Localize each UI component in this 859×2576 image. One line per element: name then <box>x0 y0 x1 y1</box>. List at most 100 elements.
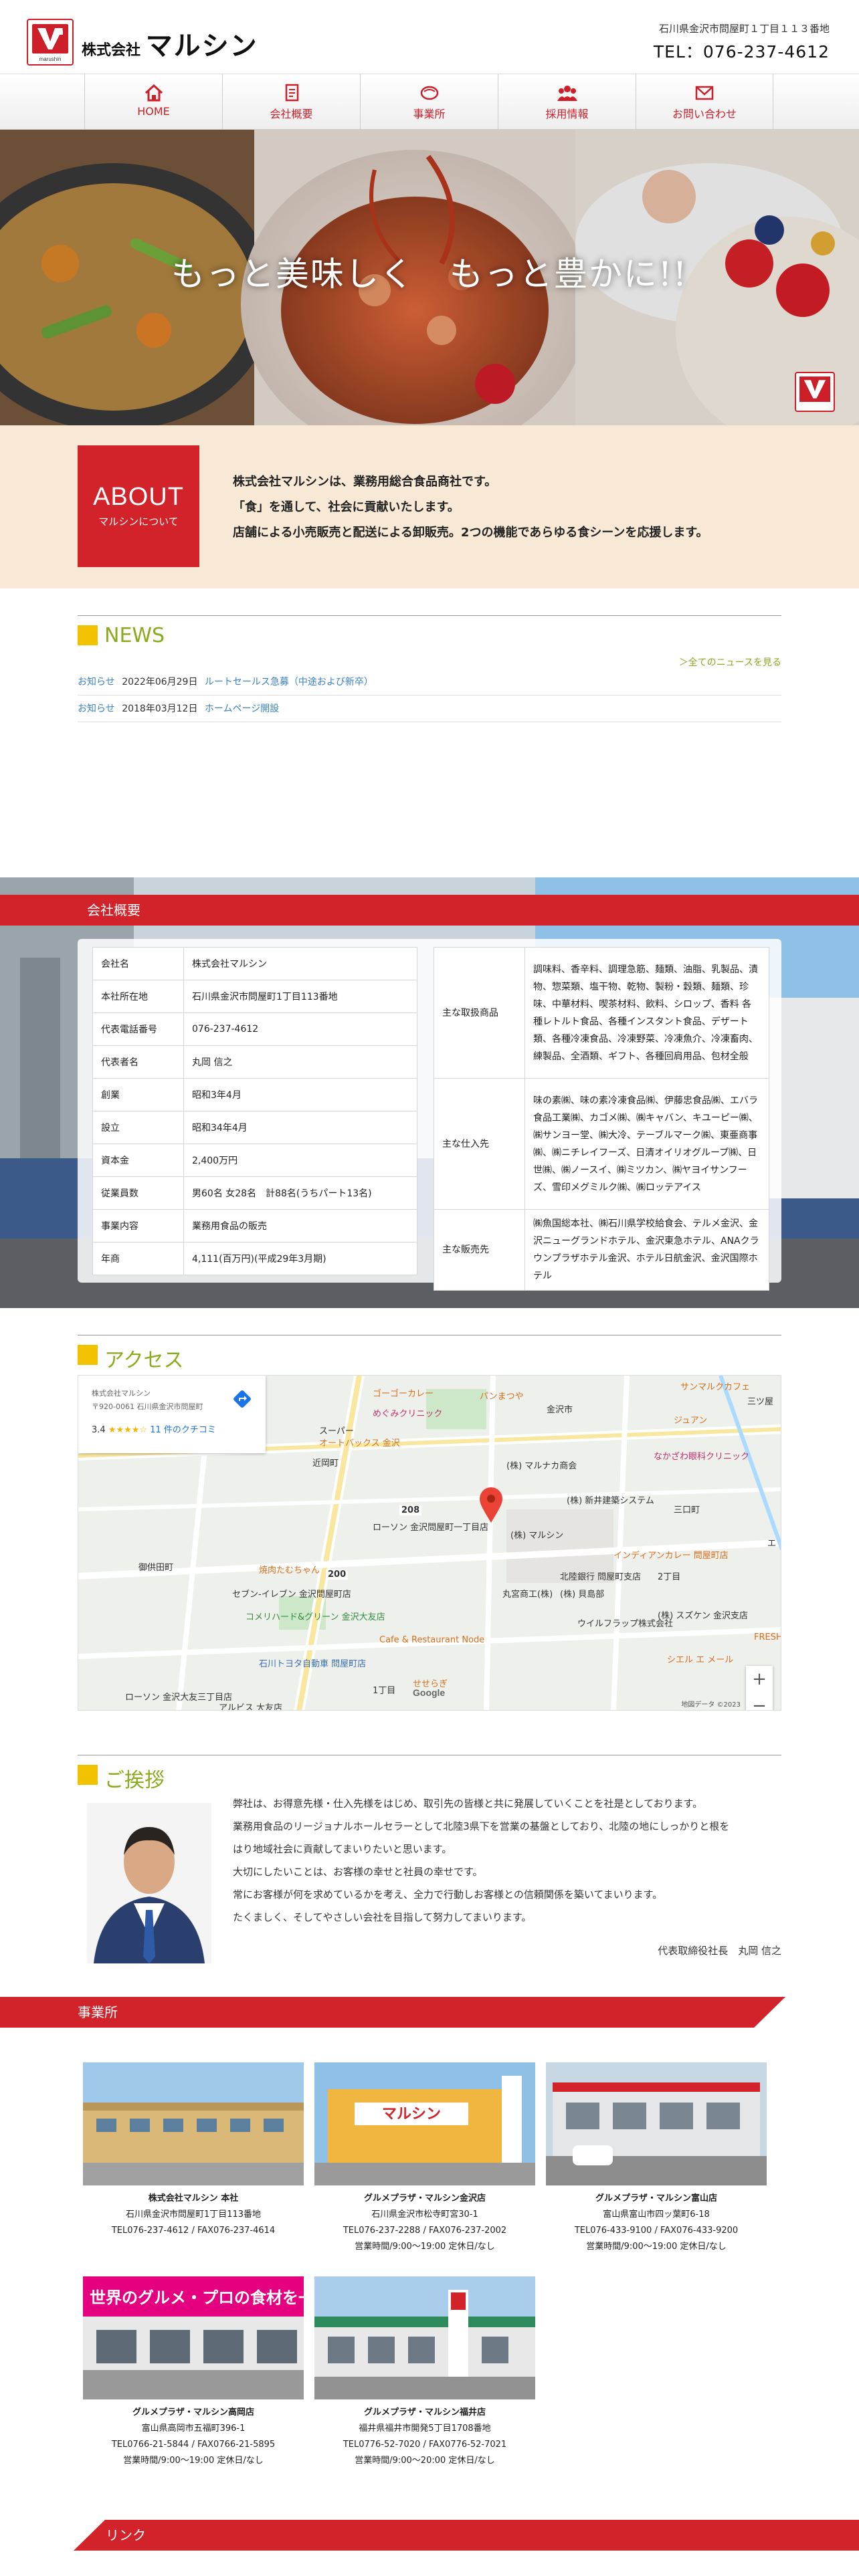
nav-offices[interactable]: 事業所 <box>360 74 498 130</box>
greeting-line: 大切にしたいことは、お客様の幸せと社員の幸せです。 <box>233 1866 483 1878</box>
table-row: 会社名 株式会社マルシン <box>92 947 417 980</box>
news-title-link[interactable]: ルートセールス急募（中途および新卒） <box>205 677 373 687</box>
map-label: セブン-イレブン 金沢問屋町店 <box>232 1590 351 1600</box>
office-card[interactable]: 株式会社マルシン 本社 石川県金沢市問屋町1丁目113番地 TEL076-237… <box>83 2062 304 2239</box>
table-row: 従業員数 男60名 女28名 計88名(うちパート13名) <box>92 1176 417 1210</box>
store-sign-text: マルシン <box>382 2106 441 2123</box>
table-value: 昭和3年4月 <box>183 1078 417 1111</box>
place-card-rating: 3.4 ★★★★☆ 11 件のクチコミ <box>92 1422 216 1435</box>
office-tel: TEL0776-52-7020 / FAX0776-52-7021 <box>343 2440 507 2450</box>
heading-square-icon <box>78 1345 98 1365</box>
logo-icon[interactable]: marushin <box>27 19 74 66</box>
map-label: ローソン 金沢大友三丁目店 <box>125 1693 233 1703</box>
zoom-in-button[interactable]: + <box>746 1666 773 1693</box>
access-heading: アクセス <box>78 1335 781 1372</box>
review-count-link[interactable]: 11 件のクチコミ <box>150 1425 216 1435</box>
office-photo[interactable] <box>546 2062 767 2185</box>
about-section: ABOUT マルシンについて 株式会社マルシンは、業務用総合食品商社です。 「食… <box>0 425 859 588</box>
office-hours: 営業時間/9:00〜20:00 定休日/なし <box>355 2456 495 2466</box>
map-label: 石川トヨタ自動車 問屋町店 <box>259 1659 367 1669</box>
table-value: 丸岡 信之 <box>183 1045 417 1079</box>
access-title: アクセス <box>104 1349 184 1372</box>
company-name[interactable]: 株式会社 マルシン <box>82 24 258 63</box>
greeting-message: 弊社は、お得意先様・仕入先様をはじめ、取引先の皆様と共に発展していくことを社是と… <box>233 1792 781 1929</box>
table-row: 創業 昭和3年4月 <box>92 1078 417 1111</box>
map-zoom-control: + − <box>746 1666 773 1710</box>
zoom-out-button[interactable]: − <box>746 1693 773 1710</box>
map-label[interactable]: (株) マルシン <box>510 1528 563 1541</box>
news-all-link[interactable]: ＞全てのニュースを見る <box>679 655 781 669</box>
about-line: 株式会社マルシンは、業務用総合食品商社です。 <box>233 475 497 489</box>
nav-company[interactable]: 会社概要 <box>222 74 360 130</box>
hero-banner: もっと美味しく もっと豊かに!! <box>0 130 859 425</box>
table-row: 事業内容 業務用食品の販売 <box>92 1209 417 1243</box>
office-card[interactable]: グルメプラザ・マルシン富山店 富山県富山市四ッ葉町6-18 TEL076-433… <box>546 2062 767 2255</box>
table-value: 業務用食品の販売 <box>183 1209 417 1243</box>
nav-recruit[interactable]: 採用情報 <box>498 74 636 130</box>
table-key: 創業 <box>92 1078 184 1111</box>
nav-home-label: HOME <box>137 105 170 118</box>
office-photo[interactable] <box>314 2276 535 2399</box>
document-icon <box>285 84 298 102</box>
table-key: 代表電話番号 <box>92 1012 184 1046</box>
links-title-band: リンク <box>74 2520 859 2551</box>
about-title-en: ABOUT <box>93 483 184 511</box>
office-address: 富山県富山市四ッ葉町6-18 <box>603 2210 710 2220</box>
overview-trade-table: 主な取扱商品 調味料、香辛料、調理急筋、麺類、油脂、乳製品、漬物、惣菜類、塩干物、… <box>434 947 769 1291</box>
office-card[interactable]: マルシン グルメプラザ・マルシン金沢店 石川県金沢市松寺町宮30-1 TEL07… <box>314 2062 535 2255</box>
map-label: インディアンカレー 問屋町店 <box>613 1551 729 1561</box>
about-description: 株式会社マルシンは、業務用総合食品商社です。 「食」を通して、社会に貢献いたしま… <box>233 469 795 546</box>
header-tel[interactable]: TEL：076-237-4612 <box>654 39 830 63</box>
hero-logo-icon <box>795 372 835 412</box>
nav-contact[interactable]: お問い合わせ <box>636 74 773 130</box>
table-value: 石川県金沢市問屋町1丁目113番地 <box>183 980 417 1013</box>
about-button[interactable]: ABOUT マルシンについて <box>78 445 199 567</box>
president-portrait <box>87 1803 211 1963</box>
table-row: 主な販売先 ㈱魚国総本社、㈱石川県学校給食会、テルメ金沢、金沢ニューグランドホテル… <box>434 1209 769 1291</box>
office-name: グルメプラザ・マルシン富山店 <box>595 2193 717 2204</box>
home-icon <box>145 84 163 102</box>
president-photo <box>87 1803 211 1963</box>
mail-icon <box>695 86 714 100</box>
office-hours: 営業時間/9:00〜19:00 定休日/なし <box>355 2242 495 2252</box>
map-label: アルビス 大友店 <box>219 1703 283 1711</box>
news-item: お知らせ 2018年03月12日 ホームページ開設 <box>78 695 781 722</box>
table-row: 主な取扱商品 調味料、香辛料、調理急筋、麺類、油脂、乳製品、漬物、惣菜類、塩干物、… <box>434 947 769 1079</box>
nav-home[interactable]: HOME <box>84 74 222 130</box>
directions-icon[interactable] <box>231 1388 254 1410</box>
offices-title-band: 事業所 <box>0 1997 785 2028</box>
office-name: グルメプラザ・マルシン高岡店 <box>132 2407 254 2418</box>
office-photo[interactable]: マルシン <box>314 2062 535 2185</box>
news-title-link[interactable]: ホームページ開設 <box>205 704 279 714</box>
news-category[interactable]: お知らせ <box>78 704 115 714</box>
overview-basic-table: 会社名 株式会社マルシン 本社所在地 石川県金沢市問屋町1丁目113番地 代表電話番… <box>92 947 417 1275</box>
greeting-title: ご挨拶 <box>104 1769 165 1792</box>
news-category[interactable]: お知らせ <box>78 677 115 687</box>
map-place-card[interactable]: 株式会社マルシン 〒920-0061 石川県金沢市問屋町 3.4 ★★★★☆ 1… <box>78 1376 266 1453</box>
map-label: ジュアン <box>674 1416 708 1426</box>
greeting-signature: 代表取締役社長 丸岡 信之 <box>658 1945 781 1957</box>
access-map[interactable]: 株式会社マルシン 〒920-0061 石川県金沢市問屋町 3.4 ★★★★☆ 1… <box>78 1375 781 1711</box>
office-photo[interactable] <box>83 2062 304 2185</box>
table-key: 主な仕入先 <box>434 1078 525 1210</box>
global-nav: HOME 会社概要 事業所 採用情報 お問い合わせ <box>0 74 859 130</box>
greeting-line: 弊社は、お得意先様・仕入先様をはじめ、取引先の皆様と共に発展していくことを社是と… <box>233 1798 703 1810</box>
nav-recruit-label: 採用情報 <box>545 108 589 120</box>
map-label: 御供田町 <box>138 1563 174 1573</box>
store-sign-text: 世界のグルメ・プロの食材を一堂に <box>90 2288 304 2307</box>
office-tel: TEL076-237-2288 / FAX076-237-2002 <box>343 2226 507 2236</box>
table-key: 主な販売先 <box>434 1209 525 1291</box>
office-address: 福井県福井市開発5丁目1708番地 <box>359 2424 491 2434</box>
map-credit[interactable]: 地図データ ©2023 <box>681 1699 741 1709</box>
greeting-line: はり地域社会に貢献してまいりたいと思います。 <box>233 1843 452 1855</box>
map-label: Cafe & Restaurant Node <box>379 1635 485 1645</box>
map-label: 焼肉たむちゃん <box>259 1566 320 1576</box>
nav-contact-label: お問い合わせ <box>672 108 737 120</box>
office-card[interactable]: 世界のグルメ・プロの食材を一堂に グルメプラザ・マルシン高岡店 富山県高岡市五福… <box>83 2276 304 2469</box>
company-overview-section: 会社概要 会社名 株式会社マルシン 本社所在地 石川県金沢市問屋町1丁目113番地 … <box>0 877 859 1308</box>
table-value: 2,400万円 <box>183 1144 417 1177</box>
map-label: コメリハード&グリーン 金沢大友店 <box>246 1612 385 1622</box>
table-key: 資本金 <box>92 1144 184 1177</box>
office-card[interactable]: グルメプラザ・マルシン福井店 福井県福井市開発5丁目1708番地 TEL0776… <box>314 2276 535 2469</box>
office-photo[interactable]: 世界のグルメ・プロの食材を一堂に <box>83 2276 304 2399</box>
